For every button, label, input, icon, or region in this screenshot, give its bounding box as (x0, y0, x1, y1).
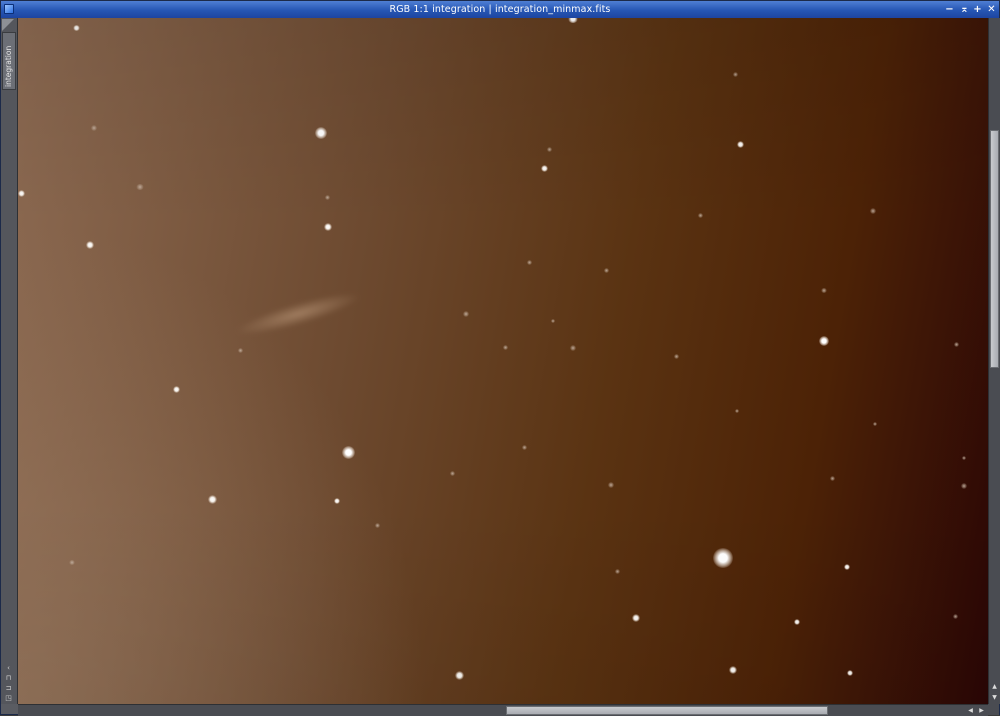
image-canvas[interactable] (18, 18, 988, 704)
window-title: RGB 1:1 integration | integration_minmax… (389, 4, 611, 15)
scrollbar-corner (988, 704, 999, 715)
vertical-scrollbar[interactable]: ▲ ▼ (988, 18, 1000, 704)
scroll-down-arrow-icon[interactable]: ▼ (989, 693, 1000, 702)
fit-view-icon[interactable]: ◳ (4, 694, 13, 702)
horizontal-scrollbar[interactable]: ◀ ▶ (18, 704, 988, 716)
scroll-left-arrow-icon[interactable]: ◀ (966, 705, 975, 716)
scroll-up-arrow-icon[interactable]: ▲ (989, 682, 1000, 691)
view-identifier-tab[interactable]: integration (2, 32, 16, 90)
minimize-button[interactable]: − (943, 3, 956, 16)
mask-icon[interactable]: ⊓ (4, 674, 13, 682)
maximize-button[interactable]: + (971, 3, 984, 16)
vertical-scroll-thumb[interactable] (990, 130, 999, 368)
view-identifier-label: integration (4, 45, 13, 87)
collapse-icon[interactable]: ‹ (4, 664, 13, 672)
scroll-right-arrow-icon[interactable]: ▶ (977, 705, 986, 716)
close-button[interactable]: ✕ (985, 3, 998, 16)
image-window: RGB 1:1 integration | integration_minmax… (0, 0, 1000, 716)
preview-icon[interactable]: ⊐ (4, 684, 13, 692)
title-bar[interactable]: RGB 1:1 integration | integration_minmax… (1, 1, 999, 18)
shade-button[interactable]: ⌅ (958, 3, 971, 16)
panel-corner-handle[interactable] (2, 19, 14, 31)
horizontal-scroll-thumb[interactable] (506, 706, 828, 715)
view-side-panel: integration ‹ ⊓ ⊐ ◳ (1, 18, 18, 704)
image-shading (18, 18, 988, 704)
